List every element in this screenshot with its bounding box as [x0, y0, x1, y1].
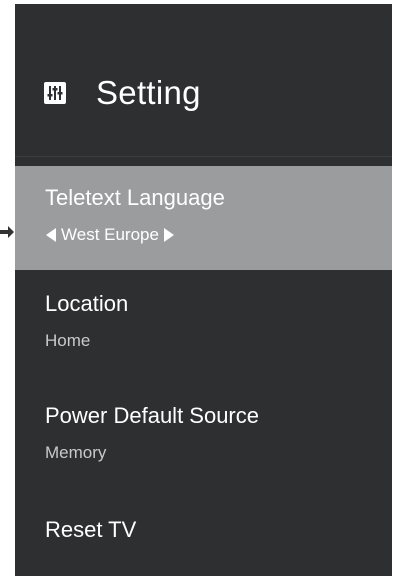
setting-label: Teletext Language: [45, 185, 225, 210]
setting-item-location[interactable]: Location Home: [15, 290, 392, 352]
selection-pointer-icon: [0, 226, 14, 238]
setting-label: Power Default Source: [45, 403, 259, 428]
page-title: Setting: [96, 74, 201, 111]
setting-item-reset-tv[interactable]: Reset TV: [15, 516, 392, 544]
setting-label: Reset TV: [45, 517, 137, 542]
header-divider: [15, 156, 392, 157]
setting-item-teletext-language[interactable]: Teletext Language West Europe: [15, 166, 392, 270]
settings-panel: Setting Teletext Language West Europe Lo…: [15, 4, 392, 576]
setting-value: Memory: [45, 443, 107, 462]
chevron-right-icon[interactable]: [163, 227, 175, 243]
chevron-left-icon[interactable]: [45, 227, 57, 243]
setting-label: Location: [45, 291, 129, 316]
panel-header: Setting: [44, 74, 201, 112]
setting-item-power-default-source[interactable]: Power Default Source Memory: [15, 402, 392, 464]
settings-sliders-icon: [44, 82, 66, 104]
setting-value: Home: [45, 331, 91, 350]
screen: Setting Teletext Language West Europe Lo…: [0, 0, 406, 576]
teletext-language-selector[interactable]: West Europe: [45, 224, 392, 246]
setting-value: West Europe: [61, 225, 159, 244]
